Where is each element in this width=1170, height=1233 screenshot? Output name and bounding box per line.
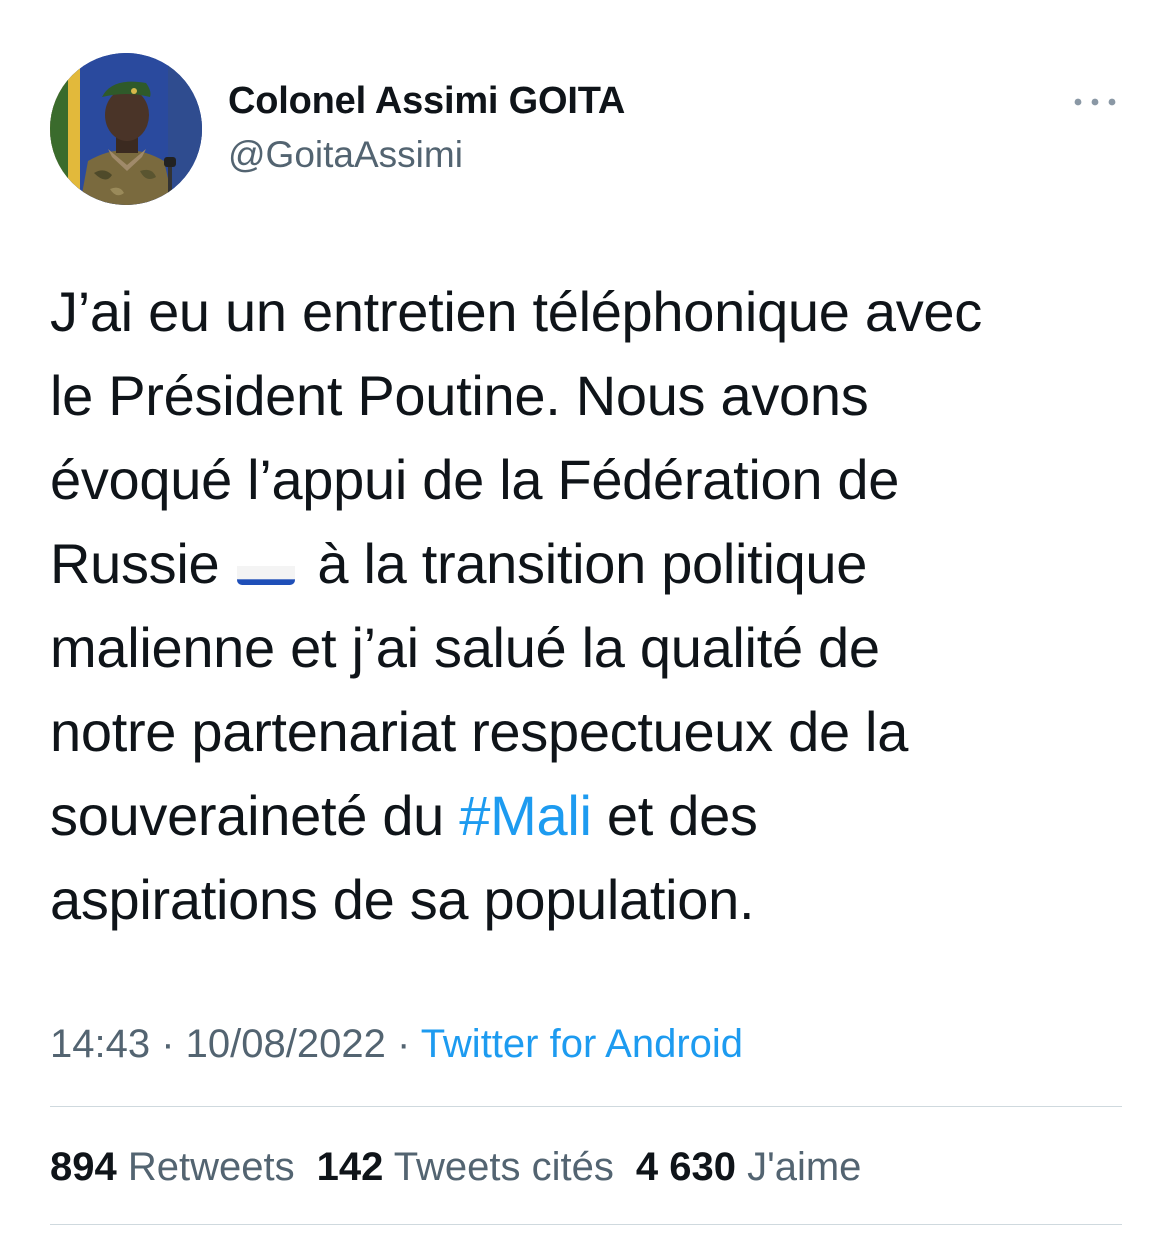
retweets-count: 894 xyxy=(50,1145,117,1189)
hashtag-link[interactable]: #Mali xyxy=(459,784,592,847)
tweet-line: évoqué l’appui de la Fédération de xyxy=(50,448,900,511)
tweet-line: Russie xyxy=(50,532,220,595)
retweets-stat[interactable]: 894 Retweets xyxy=(50,1145,295,1189)
tweet-source-link[interactable]: Twitter for Android xyxy=(421,1022,743,1066)
more-horizontal-icon[interactable] xyxy=(1070,90,1120,114)
tweet-stats: 894 Retweets 142 Tweets cités 4 630 J'aime xyxy=(50,1141,883,1193)
tweet-meta: 14:43 · 10/08/2022 · Twitter for Android xyxy=(50,1018,743,1070)
divider xyxy=(50,1224,1122,1225)
meta-separator: · xyxy=(150,1022,186,1066)
tweet-line: aspirations de sa population. xyxy=(50,868,755,931)
tweet-line: souveraineté du xyxy=(50,784,460,847)
quotes-count: 142 xyxy=(316,1145,384,1189)
tweet-card: Colonel Assimi GOITA @GoitaAssimi J’ai e… xyxy=(0,0,1170,1233)
tweet-time[interactable]: 14:43 xyxy=(50,1022,150,1066)
meta-separator: · xyxy=(385,1022,421,1066)
avatar-image xyxy=(50,53,202,205)
tweet-line: notre partenariat respectueux de la xyxy=(50,700,909,763)
tweet-line: à la transition politique xyxy=(317,532,868,595)
quotes-stat[interactable]: 142 Tweets cités xyxy=(317,1145,614,1189)
quotes-label: Tweets cités xyxy=(393,1145,614,1189)
retweets-label: Retweets xyxy=(127,1145,295,1189)
likes-stat[interactable]: 4 630 J'aime xyxy=(636,1145,862,1189)
tweet-line: le Président Poutine. Nous avons xyxy=(50,364,869,427)
author-display-name[interactable]: Colonel Assimi GOITA xyxy=(228,78,625,124)
likes-label: J'aime xyxy=(747,1145,862,1189)
tweet-line: J’ai eu un entretien téléphonique avec xyxy=(50,280,982,343)
tweet-text: J’ai eu un entretien téléphonique avec l… xyxy=(50,270,1140,942)
author-handle[interactable]: @GoitaAssimi xyxy=(228,132,625,178)
tweet-line: malienne et j’ai salué la qualité de xyxy=(50,616,880,679)
divider xyxy=(50,1106,1122,1107)
tweet-line: et des xyxy=(591,784,758,847)
avatar[interactable] xyxy=(50,53,202,205)
tweet-date[interactable]: 10/08/2022 xyxy=(186,1022,386,1066)
russia-flag-emoji xyxy=(237,545,296,585)
likes-count: 4 630 xyxy=(635,1145,736,1189)
author-block[interactable]: Colonel Assimi GOITA @GoitaAssimi xyxy=(228,78,625,178)
